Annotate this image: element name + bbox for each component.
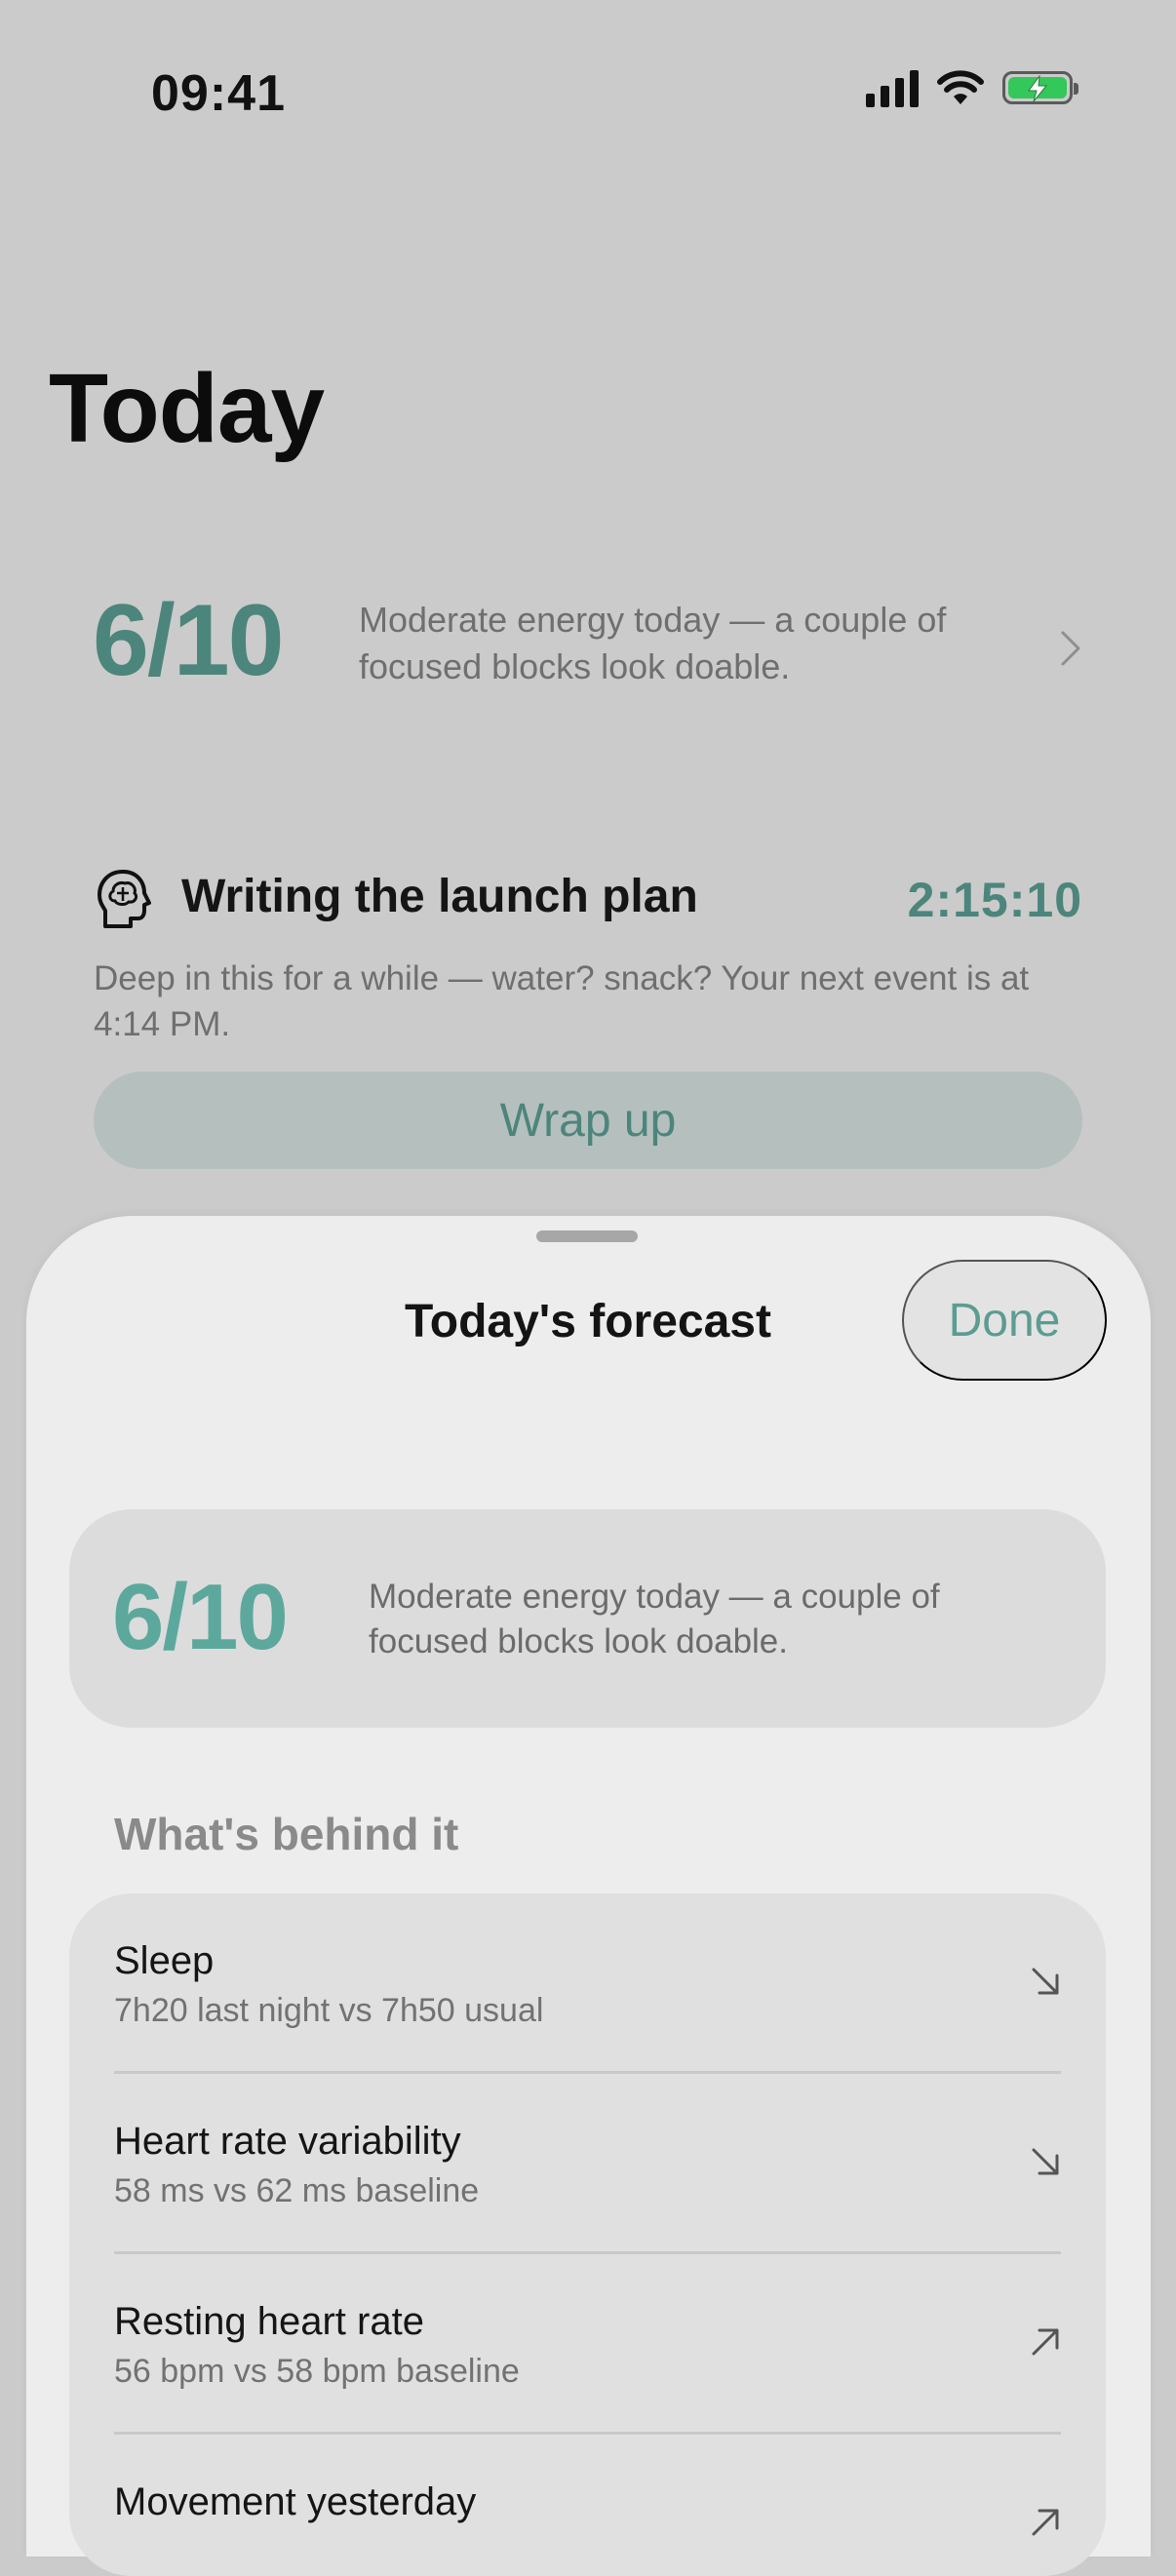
- up-right-arrow-icon: [1032, 2509, 1059, 2536]
- task-note: Deep in this for a while — water? snack?…: [94, 959, 1030, 1043]
- done-button[interactable]: Done: [902, 1260, 1107, 1381]
- factor-sleep[interactable]: Sleep 7h20 last night vs 7h50 usual: [69, 1893, 1106, 2074]
- cellular-signal-icon: [866, 68, 919, 107]
- status-time: 09:41: [151, 65, 286, 122]
- factor-detail: 7h20 last night vs 7h50 usual: [114, 1992, 544, 2029]
- wrap-up-button[interactable]: Wrap up: [94, 1072, 1082, 1169]
- down-right-arrow-icon: [1032, 2148, 1059, 2175]
- factor-detail: 56 bpm vs 58 bpm baseline: [114, 2353, 520, 2390]
- forecast-description: Moderate energy today — a couple of focu…: [369, 1578, 940, 1660]
- energy-score[interactable]: 6/10: [93, 583, 284, 699]
- current-task-title: Writing the launch plan: [181, 871, 698, 922]
- brain-head-icon: [98, 870, 151, 928]
- page-title: Today: [49, 354, 325, 463]
- wifi-icon: [937, 70, 984, 104]
- factor-hrv[interactable]: Heart rate variability 58 ms vs 62 ms ba…: [69, 2074, 1106, 2254]
- factor-name: Resting heart rate: [114, 2300, 424, 2343]
- task-timer: 2:15:10: [907, 873, 1082, 927]
- factor-name: Movement yesterday: [114, 2480, 477, 2523]
- status-icons: [866, 68, 1078, 107]
- section-title: What's behind it: [114, 1809, 459, 1859]
- energy-description[interactable]: Moderate energy today — a couple of focu…: [359, 597, 1022, 690]
- down-right-arrow-icon: [1032, 1968, 1059, 1995]
- forecast-score: 6/10: [112, 1565, 289, 1669]
- battery-charging-icon: [1002, 71, 1078, 104]
- up-right-arrow-icon: [1032, 2328, 1059, 2356]
- factor-name: Sleep: [114, 1939, 215, 1982]
- factors-list: Sleep 7h20 last night vs 7h50 usual Hear…: [69, 1893, 1106, 2576]
- factor-detail: 58 ms vs 62 ms baseline: [114, 2172, 480, 2209]
- sheet-grabber[interactable]: [536, 1230, 638, 1242]
- factor-name: Heart rate variability: [114, 2120, 461, 2163]
- factor-resting-heart-rate[interactable]: Resting heart rate 56 bpm vs 58 bpm base…: [69, 2254, 1106, 2435]
- chevron-right-icon[interactable]: [1059, 629, 1082, 678]
- factor-movement[interactable]: Movement yesterday: [69, 2435, 1106, 2576]
